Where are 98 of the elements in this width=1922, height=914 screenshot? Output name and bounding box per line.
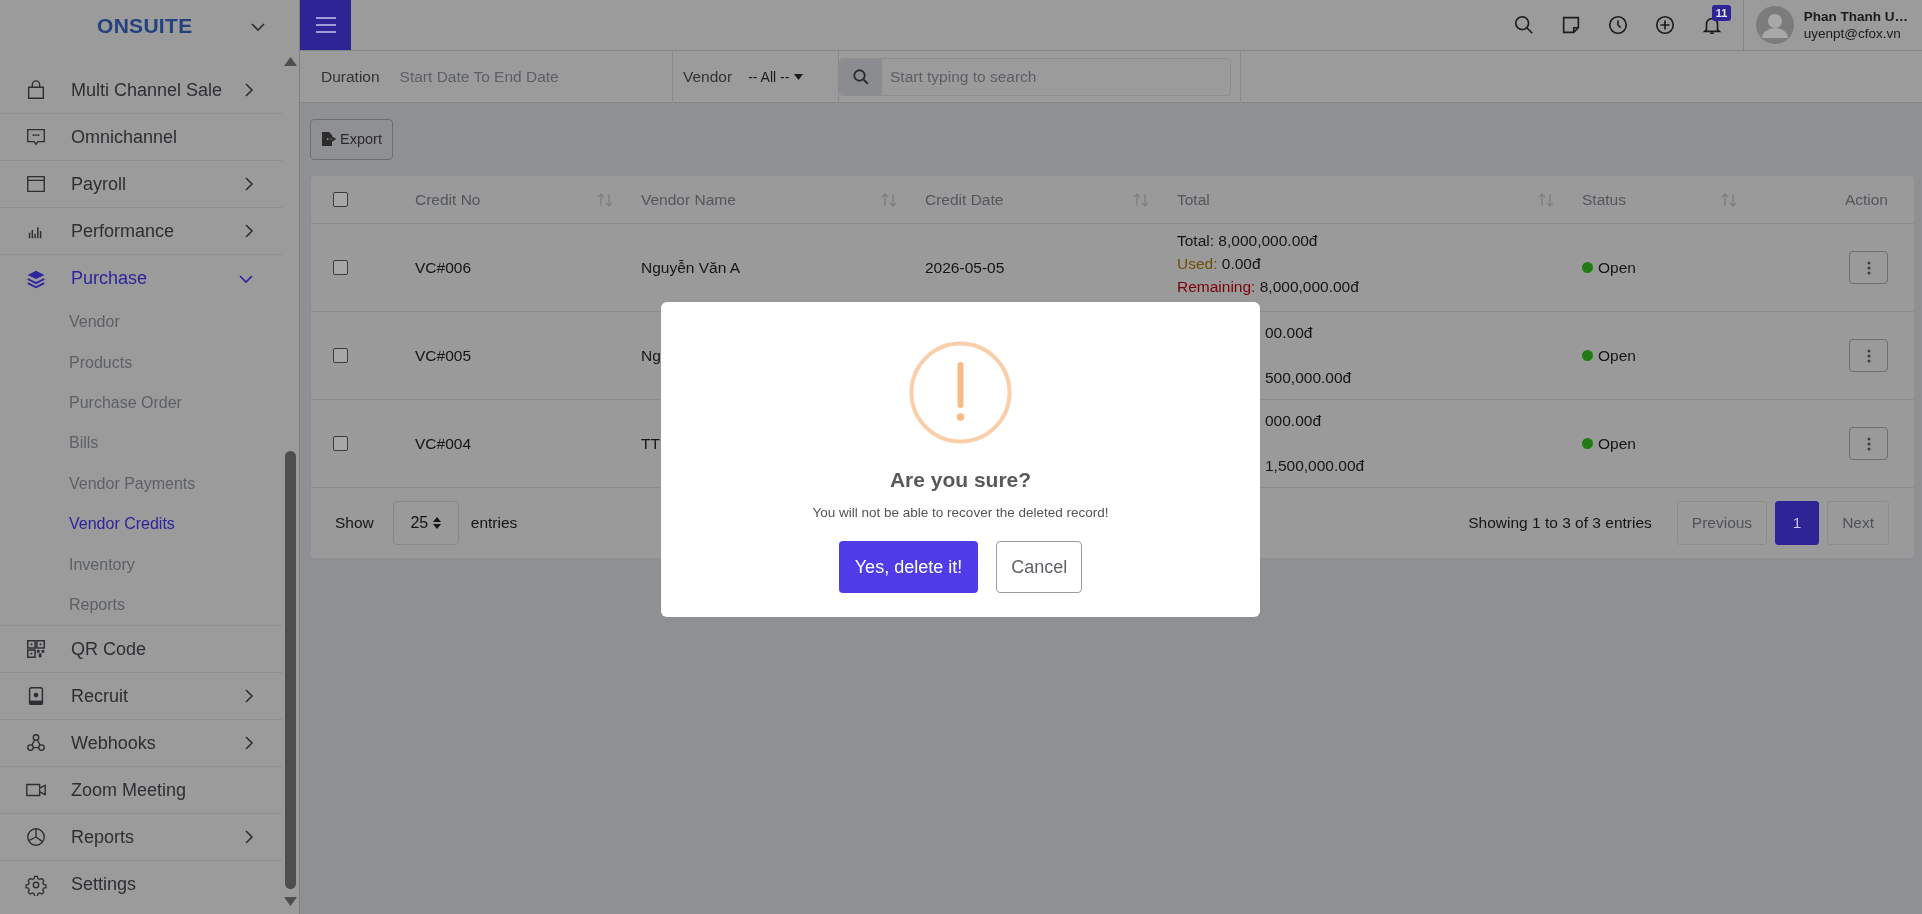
pagination-button[interactable]: Next	[1827, 501, 1889, 545]
pagination-button[interactable]: Previous	[1676, 501, 1768, 545]
sidebar-item[interactable]: Performance	[0, 208, 283, 255]
sidebar-item[interactable]: QR Code	[0, 626, 283, 674]
total-line: 00.00đ	[1265, 323, 1313, 343]
search-icon[interactable]	[1512, 14, 1535, 36]
confirm-button[interactable]: Yes, delete it!	[838, 541, 979, 593]
vendor-label: Vendor	[683, 67, 733, 86]
chevron-right-icon	[244, 176, 255, 192]
sidebar-subitem[interactable]: Vendor Credits	[0, 503, 283, 545]
entries-info: Showing 1 to 3 of 3 entries	[1468, 514, 1652, 532]
user-email: uyenpt@cfox.vn	[1803, 26, 1902, 41]
chevron-right-icon	[244, 223, 255, 239]
file-export-icon	[321, 131, 336, 147]
column-header: Action	[1844, 190, 1888, 209]
vendor-name: Ng	[641, 346, 661, 365]
sidebar-item[interactable]: Settings	[0, 861, 283, 909]
kebab-icon	[1866, 348, 1871, 363]
sidebar-item[interactable]: Payroll	[0, 161, 283, 208]
row-checkbox[interactable]	[333, 348, 348, 363]
sidebar-item[interactable]: Zoom Meeting	[0, 767, 283, 815]
search-button[interactable]	[840, 58, 882, 95]
sidebar-item[interactable]: Multi Channel Sale	[0, 67, 283, 114]
chevron-right-icon	[244, 829, 255, 846]
duration-label: Duration	[321, 67, 380, 86]
user-name: Phan Thanh U…	[1803, 9, 1908, 24]
chevron-right-icon	[244, 735, 255, 752]
app-logo[interactable]: ONSUITE	[97, 14, 193, 38]
scroll-down-icon[interactable]	[284, 897, 298, 906]
cancel-button[interactable]: Cancel	[996, 541, 1083, 593]
plus-circle-icon[interactable]	[1653, 14, 1676, 36]
column-header[interactable]: Vendor Name	[641, 190, 736, 209]
chevron-right-icon	[244, 82, 255, 98]
entries-label: entries	[470, 514, 518, 532]
menu-icon	[314, 17, 337, 33]
pagination-button[interactable]: 1	[1775, 501, 1820, 545]
row-checkbox[interactable]	[333, 260, 348, 275]
search-field[interactable]: Start typing to search	[839, 57, 1231, 96]
sidebar-subitem[interactable]: Purchase Order	[0, 382, 283, 424]
column-header[interactable]: Credit Date	[925, 190, 1004, 209]
pie-chart-icon	[25, 826, 47, 849]
credit-number: VC#004	[415, 434, 471, 453]
total-line: Total: 8,000,000.00đ	[1177, 231, 1318, 251]
sidebar-subitem[interactable]: Vendor	[0, 302, 283, 343]
total-line: 000.00đ	[1265, 411, 1322, 431]
clock-icon[interactable]	[1606, 14, 1629, 36]
search-icon	[852, 67, 870, 86]
search-input[interactable]: Start typing to search	[882, 58, 1230, 95]
caret-down-icon	[794, 73, 804, 80]
sidebar-item[interactable]: Recruit	[0, 673, 283, 721]
total-line: 500,000.00đ	[1265, 368, 1352, 388]
select-all-checkbox[interactable]	[333, 192, 348, 207]
chevron-down-icon	[238, 273, 255, 284]
row-checkbox[interactable]	[333, 436, 348, 451]
date-range-field[interactable]: Start Date To End Date	[397, 66, 652, 87]
vendor-dropdown[interactable]: -- All --	[748, 68, 804, 85]
chat-bubble-icon	[25, 126, 47, 148]
show-label: Show	[335, 514, 374, 532]
vendor-name: Nguyễn Văn A	[641, 258, 741, 277]
status-label: Open	[1598, 258, 1636, 277]
warning-icon	[909, 341, 1012, 444]
sidebar-subitem[interactable]: Products	[0, 342, 283, 383]
sidebar-subitem[interactable]: Vendor Payments	[0, 463, 283, 504]
menu-button[interactable]	[300, 0, 351, 50]
credit-number: VC#006	[415, 258, 471, 277]
kebab-icon	[1866, 436, 1871, 451]
sidebar-item[interactable]: Reports	[0, 814, 283, 862]
total-line: 1,500,000.00đ	[1265, 456, 1365, 476]
sort-arrows-icon	[433, 517, 442, 529]
dialog-message: You will not be able to recover the deleted record!	[812, 505, 1109, 520]
column-header[interactable]: Total	[1177, 190, 1210, 209]
sidebar-subitem[interactable]: Bills	[0, 423, 283, 464]
status-label: Open	[1598, 346, 1636, 365]
scroll-up-icon[interactable]	[284, 57, 298, 66]
window-icon	[25, 173, 47, 195]
chevron-right-icon	[244, 688, 255, 705]
notification-badge: 11	[1711, 5, 1732, 21]
total-line: Used: 0.00đ	[1177, 254, 1261, 274]
sidebar-item[interactable]: Webhooks	[0, 720, 283, 768]
total-line: Remaining: 8,000,000.00đ	[1177, 277, 1359, 297]
sidebar-subitem[interactable]: Inventory	[0, 544, 283, 585]
status-label: Open	[1598, 434, 1636, 453]
credit-date: 2026-05-05	[925, 258, 1005, 277]
settings-icon	[25, 873, 47, 896]
page-size-select[interactable]: 25	[392, 501, 459, 545]
column-header[interactable]: Credit No	[415, 190, 481, 209]
kebab-icon	[1866, 260, 1871, 275]
column-header[interactable]: Status	[1582, 190, 1626, 209]
qr-code-icon	[25, 638, 47, 661]
credit-number: VC#005	[415, 346, 471, 365]
dialog-title: Are you sure?	[889, 468, 1032, 492]
vendor-name: TT	[641, 434, 660, 453]
export-button[interactable]: Export	[310, 118, 393, 160]
bag-icon	[25, 79, 47, 101]
sidebar-item[interactable]: Omnichannel	[0, 114, 283, 161]
collapse-chevron-icon[interactable]	[250, 22, 267, 32]
sidebar-item[interactable]: Purchase	[0, 255, 283, 302]
sidebar-subitem[interactable]: Reports	[0, 584, 283, 626]
